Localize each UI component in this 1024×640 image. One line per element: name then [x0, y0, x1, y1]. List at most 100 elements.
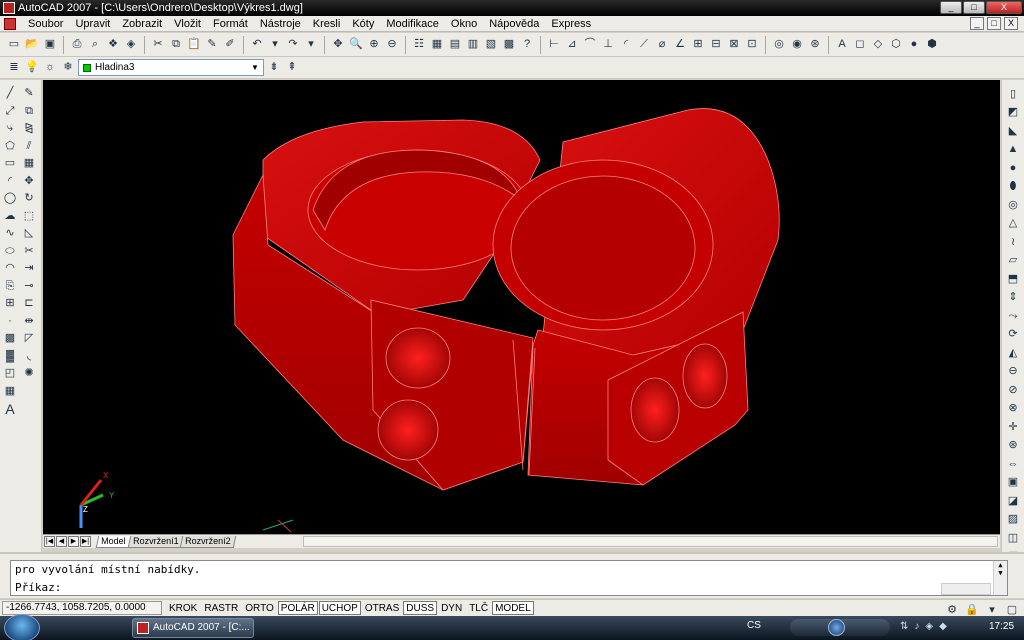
tab-rozvrzeni1[interactable]: Rozvržení1 [127, 535, 184, 548]
menu-upravit[interactable]: Upravit [69, 16, 116, 32]
layer-dropdown[interactable]: Hladina3 ▼ [78, 59, 264, 76]
drawing-viewport[interactable]: X Y Z [43, 80, 1000, 534]
start-button[interactable] [4, 614, 40, 640]
plot-preview-icon[interactable]: ⌕ [87, 37, 103, 53]
horizontal-scrollbar[interactable] [303, 536, 998, 547]
dim-space-icon[interactable]: ⊡ [744, 37, 760, 53]
dim-continue-icon[interactable]: ⊠ [726, 37, 742, 53]
ellipse-icon[interactable]: ⬭ [2, 244, 18, 260]
stretch-icon[interactable]: ◺ [21, 226, 37, 242]
dim-radius-icon[interactable]: ◜ [618, 37, 634, 53]
multiline-text-icon[interactable]: A [2, 401, 18, 417]
menu-koty[interactable]: Kóty [346, 16, 380, 32]
slice-icon[interactable]: ◪ [1005, 493, 1021, 509]
union-icon[interactable]: ⊖ [1005, 364, 1021, 380]
3d-move-icon[interactable]: ✛ [1005, 419, 1021, 435]
menu-kresli[interactable]: Kresli [307, 16, 347, 32]
media-player-toolbar[interactable] [790, 619, 890, 636]
qnew-icon[interactable]: ▭ [6, 37, 22, 53]
toggle-otras[interactable]: OTRAS [362, 601, 402, 615]
chamfer-icon[interactable]: ◸ [21, 331, 37, 347]
region-icon[interactable]: ◰ [2, 366, 18, 382]
menu-format[interactable]: Formát [207, 16, 254, 32]
network-icon[interactable]: ⇅ [900, 621, 908, 632]
explode-icon[interactable]: ✺ [21, 366, 37, 382]
planar-surface-icon[interactable]: ▱ [1005, 253, 1021, 269]
hatch-icon[interactable]: ▩ [2, 331, 18, 347]
section-plane-icon[interactable]: ▨ [1005, 512, 1021, 528]
loft-icon[interactable]: ◭ [1005, 345, 1021, 361]
toggle-polar[interactable]: POLÁR [277, 601, 318, 615]
erase-icon[interactable]: ✎ [21, 86, 37, 102]
offset-icon[interactable]: ⫽ [21, 139, 37, 155]
doc-close-button[interactable]: X [1004, 17, 1018, 30]
first-tab-button[interactable]: |◀ [44, 536, 55, 547]
mirror-icon[interactable]: ⧎ [21, 121, 37, 137]
point-icon[interactable]: · [2, 314, 18, 330]
table-icon[interactable]: ▦ [2, 384, 18, 400]
3d-orbit-icon[interactable]: ◎ [771, 37, 787, 53]
helix-icon[interactable]: ≀ [1005, 234, 1021, 250]
visual-style-realistic-icon[interactable]: ● [906, 37, 922, 53]
insert-block-icon[interactable]: ⎘ [2, 279, 18, 295]
maximize-button[interactable]: □ [963, 1, 985, 14]
extrude-icon[interactable]: ⬒ [1005, 271, 1021, 287]
break-at-point-icon[interactable]: ⊸ [21, 279, 37, 295]
ellipse-arc-icon[interactable]: ◠ [2, 261, 18, 277]
3d-continuous-orbit-icon[interactable]: ⊛ [807, 37, 823, 53]
construction-line-icon[interactable]: ⤢ [2, 104, 18, 120]
make-object-layer-current-icon[interactable]: ⇟ [266, 60, 282, 76]
tab-model[interactable]: Model [95, 535, 131, 548]
command-line[interactable]: pro vyvolání místní nabídky. Příkaz: ▲ ▼ [10, 560, 1008, 596]
subtract-icon[interactable]: ⊘ [1005, 382, 1021, 398]
torus-icon[interactable]: ◎ [1005, 197, 1021, 213]
toggle-orto[interactable]: ORTO [242, 601, 277, 615]
pan-icon[interactable]: ✥ [330, 37, 346, 53]
text-style-icon[interactable]: A [834, 37, 850, 53]
scale-icon[interactable]: ⬚ [21, 209, 37, 225]
extend-icon[interactable]: ⇥ [21, 261, 37, 277]
layer-manager-icon[interactable]: ≣ [6, 60, 22, 76]
spline-icon[interactable]: ∿ [2, 226, 18, 242]
close-button[interactable]: X [986, 1, 1022, 14]
language-indicator[interactable]: CS [747, 620, 761, 631]
array-icon[interactable]: ▦ [21, 156, 37, 172]
menu-zobrazit[interactable]: Zobrazit [116, 16, 168, 32]
dim-jogged-icon[interactable]: ⟋ [636, 37, 652, 53]
pyramid-icon[interactable]: △ [1005, 216, 1021, 232]
visual-style-manager-icon[interactable]: ⬢ [924, 37, 940, 53]
toggle-duss[interactable]: DUSS [403, 601, 438, 615]
toggle-tlc[interactable]: TLČ [466, 601, 491, 615]
copy-object-icon[interactable]: ⧉ [21, 104, 37, 120]
3d-array-icon[interactable]: ▣ [1005, 475, 1021, 491]
copy-icon[interactable]: ⧉ [168, 37, 184, 53]
dim-arc-icon[interactable]: ⌒ [582, 37, 598, 53]
revision-cloud-icon[interactable]: ☁ [2, 209, 18, 225]
doc-minimize-button[interactable]: _ [970, 17, 984, 30]
toggle-dyn[interactable]: DYN [438, 601, 465, 615]
3d-rotate-icon[interactable]: ⊛ [1005, 438, 1021, 454]
sphere-icon[interactable]: ● [1005, 160, 1021, 176]
redo-icon[interactable]: ↷ [285, 37, 301, 53]
wedge-icon[interactable]: ◣ [1005, 123, 1021, 139]
play-icon[interactable] [828, 619, 845, 636]
menu-soubor[interactable]: Soubor [22, 16, 69, 32]
visual-style-3d-icon[interactable]: ◇ [870, 37, 886, 53]
document-icon[interactable] [4, 17, 16, 30]
3d-free-orbit-icon[interactable]: ◉ [789, 37, 805, 53]
dim-diameter-icon[interactable]: ⌀ [654, 37, 670, 53]
arc-icon[interactable]: ◜ [2, 174, 18, 190]
tray-security-icon[interactable]: ◆ [939, 621, 947, 632]
toggle-model[interactable]: MODEL [492, 601, 534, 615]
markup-icon[interactable]: ▧ [483, 37, 499, 53]
dim-ordinate-icon[interactable]: ⊥ [600, 37, 616, 53]
clock[interactable]: 17:25 [989, 621, 1014, 632]
join-icon[interactable]: ⇹ [21, 314, 37, 330]
coordinates-readout[interactable]: -1266.7743, 1058.7205, 0.0000 [2, 601, 162, 615]
prev-tab-button[interactable]: ◀ [56, 536, 67, 547]
polyline-icon[interactable]: ⤷ [2, 121, 18, 137]
tool-palettes-icon[interactable]: ▤ [447, 37, 463, 53]
line-icon[interactable]: ╱ [2, 86, 18, 102]
toggle-uchop[interactable]: UCHOP [318, 601, 361, 615]
make-block-icon[interactable]: ⊞ [2, 296, 18, 312]
